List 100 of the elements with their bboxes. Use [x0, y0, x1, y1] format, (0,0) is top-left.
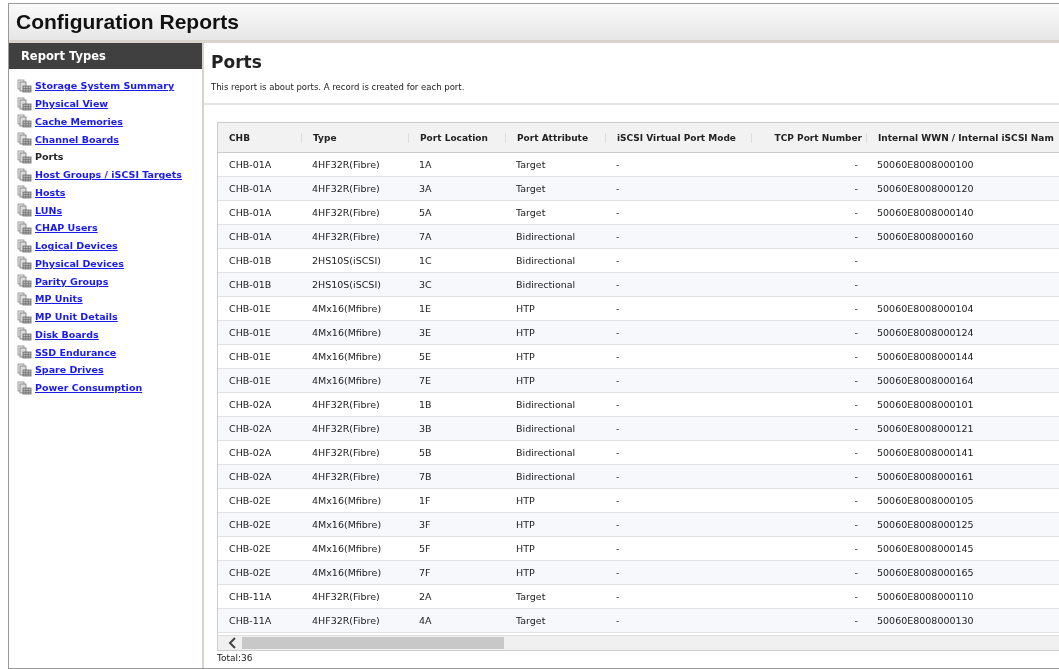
column-header[interactable]: Port Location [408, 132, 505, 143]
page-title: Configuration Reports [16, 10, 239, 34]
scrollbar-thumb[interactable] [242, 637, 504, 649]
table-cell: - [616, 615, 620, 626]
table-cell: 5F [419, 543, 431, 554]
table-cell: Bidirectional [516, 279, 576, 290]
table-cell: HTP [516, 351, 535, 362]
report-link[interactable]: CHAP Users [35, 222, 98, 234]
table-cell: 5E [419, 351, 432, 362]
report-link[interactable]: Cache Memories [35, 115, 123, 127]
table-cell: Bidirectional [516, 255, 576, 266]
table-cell: 4Mx16(Mfibre) [312, 543, 382, 554]
scroll-left-icon[interactable] [228, 637, 238, 649]
table-cell: 4HF32R(Fibre) [312, 447, 380, 458]
table-cell: 2HS10S(iSCSI) [312, 279, 381, 290]
table-cell: 50060E8008000160 [877, 231, 974, 242]
table-cell: 50060E8008000125 [877, 519, 974, 530]
table-cell: CHB-02E [229, 519, 271, 530]
table-cell: CHB-01E [229, 303, 271, 314]
table-cell: Bidirectional [516, 231, 576, 242]
table-cell: 1F [419, 495, 431, 506]
table-cell: - [616, 591, 620, 602]
report-link[interactable]: Disk Boards [35, 328, 99, 340]
report-icon [17, 327, 32, 342]
table-cell: - [854, 159, 858, 170]
total-count: Total:36 [217, 653, 254, 664]
report-link[interactable]: LUNs [35, 204, 63, 216]
report-link[interactable]: Logical Devices [35, 240, 118, 252]
table-cell: 7A [419, 231, 432, 242]
table-cell: CHB-01A [229, 231, 272, 242]
report-link[interactable]: Channel Boards [35, 133, 119, 145]
table-cell: - [616, 447, 620, 458]
table-cell: 7E [419, 375, 432, 386]
table-cell: 3B [419, 423, 432, 434]
table-cell: - [616, 495, 620, 506]
table-cell: 7B [419, 471, 432, 482]
table-cell: - [854, 207, 858, 218]
report-link[interactable]: Storage System Summary [35, 80, 175, 92]
table-cell: - [616, 567, 620, 578]
horizontal-scrollbar[interactable] [218, 635, 1059, 650]
report-link[interactable]: MP Unit Details [35, 311, 118, 323]
column-header[interactable]: TCP Port Number [751, 132, 866, 143]
table-cell: 3A [419, 183, 432, 194]
table-cell: CHB-02A [229, 471, 272, 482]
table-cell: Target [516, 615, 546, 626]
table-cell: CHB-01A [229, 207, 272, 218]
table-cell: 50060E8008000100 [877, 159, 974, 170]
column-header[interactable]: iSCSI Virtual Port Mode [605, 132, 751, 143]
table-cell: 5A [419, 207, 432, 218]
table-cell: Bidirectional [516, 423, 576, 434]
table-cell: - [616, 207, 620, 218]
column-header[interactable]: CHB [218, 132, 301, 143]
report-link[interactable]: Hosts [35, 186, 66, 198]
table-cell: 4HF32R(Fibre) [312, 231, 380, 242]
table-cell: 50060E8008000130 [877, 615, 974, 626]
table-cell: HTP [516, 303, 535, 314]
table-cell: Bidirectional [516, 471, 576, 482]
table-cell: - [854, 303, 858, 314]
table-cell: - [854, 375, 858, 386]
report-link[interactable]: SSD Endurance [35, 346, 117, 358]
table-cell: HTP [516, 375, 535, 386]
table-cell: HTP [516, 327, 535, 338]
table-cell: 50060E8008000164 [877, 375, 974, 386]
report-title: Ports [211, 52, 263, 72]
column-header[interactable]: Type [301, 132, 408, 143]
report-link[interactable]: Power Consumption [35, 382, 143, 394]
report-link[interactable]: Physical Devices [35, 257, 124, 269]
report-link[interactable]: Host Groups / iSCSI Targets [35, 169, 182, 181]
column-header[interactable]: Internal WWN / Internal iSCSI Nam [866, 132, 1059, 143]
table-cell: HTP [516, 519, 535, 530]
report-icon [17, 309, 32, 324]
table-cell: 50060E8008000165 [877, 567, 974, 578]
table-cell: 1B [419, 399, 432, 410]
table-cell: CHB-01A [229, 159, 272, 170]
table-cell: 4HF32R(Fibre) [312, 423, 380, 434]
report-link[interactable]: Ports [35, 151, 64, 163]
table-cell: 50060E8008000124 [877, 327, 974, 338]
table-cell: 4HF32R(Fibre) [312, 183, 380, 194]
table-cell: - [854, 423, 858, 434]
table-cell: - [854, 567, 858, 578]
report-link[interactable]: Parity Groups [35, 275, 109, 287]
report-link[interactable]: MP Units [35, 293, 83, 305]
table-cell: Target [516, 207, 546, 218]
table-cell: 50060E8008000104 [877, 303, 974, 314]
column-header[interactable]: Port Attribute [505, 132, 605, 143]
table-cell: CHB-02A [229, 399, 272, 410]
report-icon [17, 185, 32, 200]
table-cell: 50060E8008000110 [877, 591, 974, 602]
table-cell: - [854, 351, 858, 362]
table-cell: CHB-01A [229, 183, 272, 194]
report-description: This report is about ports. A record is created for each port. [211, 82, 466, 92]
table-cell: 2A [419, 591, 432, 602]
table-cell: - [616, 399, 620, 410]
report-icon [17, 132, 32, 147]
table-cell: 50060E8008000120 [877, 183, 974, 194]
table-cell: 50060E8008000105 [877, 495, 974, 506]
report-link[interactable]: Spare Drives [35, 364, 104, 376]
report-link[interactable]: Physical View [35, 98, 109, 110]
table-cell: 50060E8008000101 [877, 399, 974, 410]
sidebar-heading: Report Types [9, 43, 202, 69]
